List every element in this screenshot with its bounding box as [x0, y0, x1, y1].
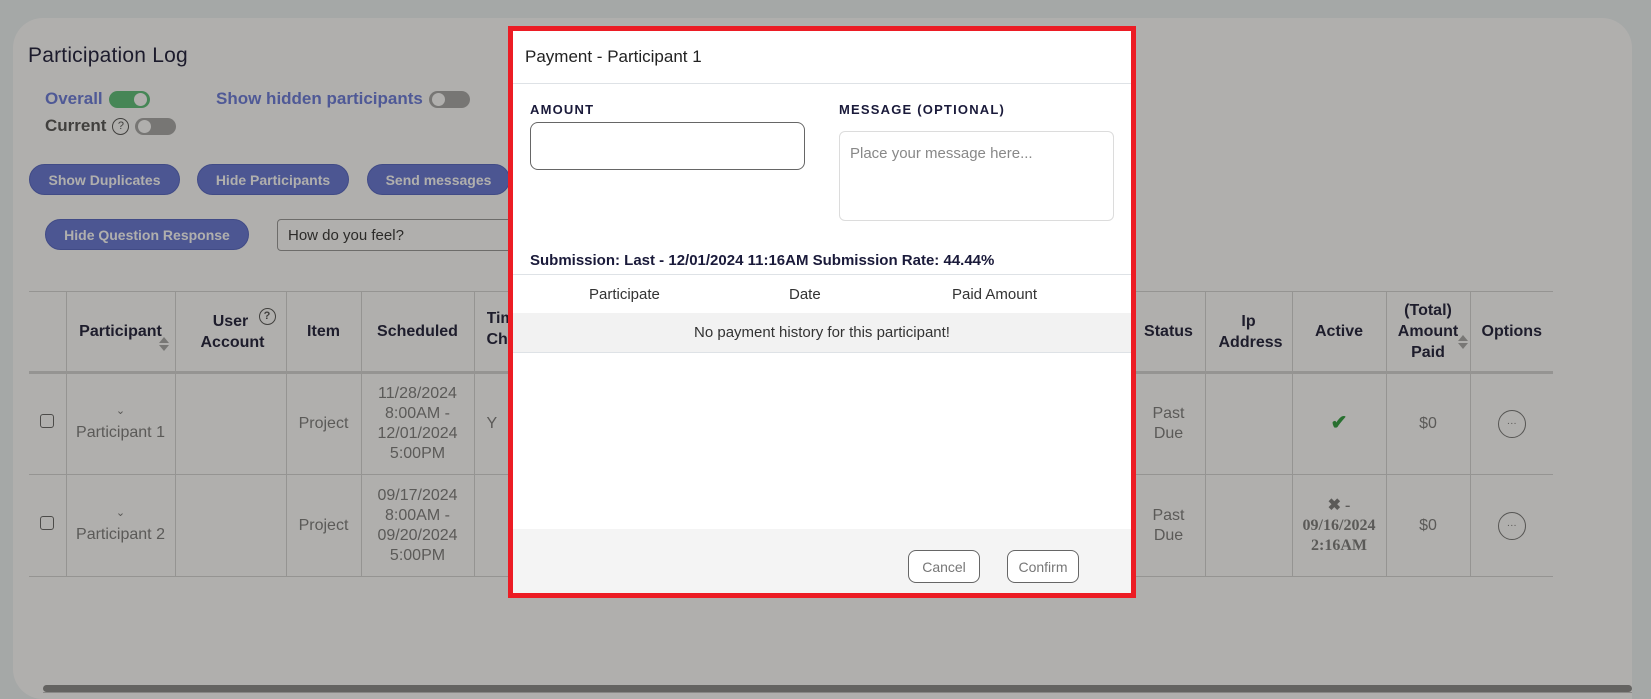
cancel-button[interactable]: Cancel — [908, 550, 980, 583]
payment-modal: Payment - Participant 1 AMOUNT MESSAGE (… — [513, 31, 1131, 593]
amount-input[interactable] — [530, 122, 805, 170]
amount-label: AMOUNT — [530, 102, 595, 117]
payment-history-empty: No payment history for this participant! — [513, 313, 1131, 353]
message-label: MESSAGE (OPTIONAL) — [839, 102, 1006, 117]
submission-info: Submission: Last - 12/01/2024 11:16AM Su… — [530, 252, 995, 269]
highlight-frame: Payment - Participant 1 AMOUNT MESSAGE (… — [508, 26, 1136, 598]
page-background: Participation Log Overall Show hidden pa… — [0, 0, 1651, 699]
message-textarea[interactable]: Place your message here... — [839, 131, 1114, 221]
date-column: Date — [789, 285, 821, 303]
modal-header: Payment - Participant 1 — [513, 31, 1131, 84]
modal-title: Payment - Participant 1 — [525, 47, 702, 66]
payment-history-header: Participate Date Paid Amount — [513, 274, 1131, 313]
paid-amount-column: Paid Amount — [952, 285, 1038, 303]
confirm-button[interactable]: Confirm — [1007, 550, 1079, 583]
participate-column: Participate — [589, 285, 660, 303]
modal-footer: Cancel Confirm — [513, 529, 1131, 593]
